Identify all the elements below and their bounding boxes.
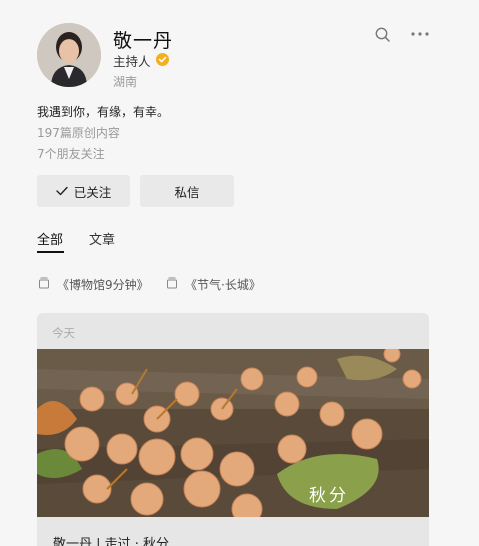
collection-link-solar-terms[interactable]: 《节气·长城》 [166, 276, 261, 293]
profile-name: 敬一丹 [113, 30, 174, 52]
search-icon[interactable] [374, 26, 392, 44]
message-button[interactable]: 私信 [140, 175, 234, 207]
article-title[interactable]: 敬一丹 | 走过 · 秋分 [53, 533, 169, 546]
followed-button[interactable]: 已关注 [37, 175, 130, 207]
image-caption: 秋分 [309, 486, 349, 506]
article-card[interactable]: 今天 秋分 敬一丹 | 走过 · 秋分 [37, 313, 429, 546]
friends-following[interactable]: 7个朋友关注 [37, 145, 105, 162]
collection-label: 《博物馆9分钟》 [57, 278, 149, 292]
followed-button-label: 已关注 [73, 184, 112, 200]
collection-icon [38, 277, 50, 292]
article-cover-image[interactable] [37, 345, 429, 525]
profile-region: 湖南 [113, 75, 138, 89]
avatar[interactable] [37, 23, 101, 87]
check-icon [56, 184, 68, 199]
profile-role: 主持人 [113, 51, 169, 70]
verified-badge-icon [155, 52, 169, 69]
collection-link-museum[interactable]: 《博物馆9分钟》 [38, 276, 149, 293]
tab-articles[interactable]: 文章 [89, 229, 115, 248]
message-button-label: 私信 [174, 184, 200, 200]
original-count[interactable]: 197篇原创内容 [37, 124, 120, 141]
profile-role-label: 主持人 [113, 54, 151, 69]
profile-bio: 我遇到你，有缘，有幸。 [37, 105, 170, 119]
active-tab-indicator [37, 251, 64, 253]
collection-label: 《节气·长城》 [185, 278, 261, 292]
card-date: 今天 [52, 326, 75, 340]
more-icon[interactable] [409, 25, 431, 43]
collection-icon [166, 277, 178, 292]
tab-all[interactable]: 全部 [37, 229, 63, 248]
